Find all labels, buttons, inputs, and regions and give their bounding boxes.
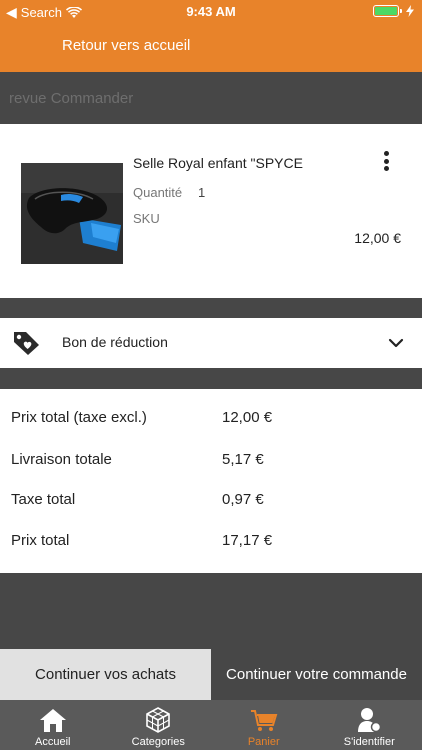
status-bar: ◀ Search 9:43 AM <box>0 0 422 24</box>
bicycle-saddle-photo <box>21 163 123 264</box>
tab-label: Accueil <box>35 736 71 748</box>
coupon-row[interactable]: Bon de réduction <box>0 318 422 368</box>
total-row: Taxe total 0,97 € <box>0 491 422 511</box>
coupon-label[interactable]: Bon de réduction <box>62 334 168 350</box>
tab-home[interactable]: Accueil <box>0 700 106 750</box>
total-label: Prix total (taxe excl.) <box>11 409 147 426</box>
back-to-home-link[interactable]: Retour vers accueil <box>62 37 190 54</box>
tab-sign-in[interactable]: S'identifier <box>317 700 422 750</box>
total-value: 0,97 € <box>222 491 264 508</box>
total-label: Prix total <box>11 532 70 549</box>
product-price: 12,00 € <box>354 230 401 246</box>
total-label: Livraison totale <box>11 451 112 468</box>
home-icon <box>39 709 66 732</box>
continue-shopping-button[interactable]: Continuer vos achats <box>0 649 211 700</box>
section-header: revue Commander <box>0 72 422 124</box>
total-value: 5,17 € <box>222 451 264 468</box>
total-row: Prix total (taxe excl.) 12,00 € <box>0 409 422 429</box>
tab-label: S'identifier <box>343 736 395 748</box>
tab-label: Panier <box>247 736 280 748</box>
tab-label: Categories <box>131 736 185 748</box>
cart-icon <box>250 710 278 731</box>
nav-bar: Retour vers accueil <box>0 24 422 72</box>
user-icon <box>358 708 382 733</box>
divider <box>0 368 422 389</box>
battery-icon <box>373 5 402 17</box>
tab-categories[interactable]: Categories <box>106 700 212 750</box>
divider <box>0 298 422 318</box>
product-image[interactable] <box>21 163 123 264</box>
total-row: Prix total 17,17 € <box>0 532 422 552</box>
quantity-label: Quantité <box>133 185 183 200</box>
sku-label: SKU <box>133 211 160 226</box>
section-title: revue Commander <box>9 90 134 107</box>
tab-cart[interactable]: Panier <box>211 700 317 750</box>
tab-bar: Accueil Categories Panier S'identifier <box>0 700 422 750</box>
cart-item: Selle Royal enfant "SPYCE Quantité 1 SKU… <box>0 124 422 298</box>
total-value: 12,00 € <box>222 409 273 426</box>
total-row: Livraison totale 5,17 € <box>0 451 422 471</box>
status-right <box>373 5 414 17</box>
continue-order-button[interactable]: Continuer votre commande <box>211 649 422 700</box>
more-vertical-icon[interactable] <box>378 150 394 172</box>
empty-area <box>0 573 422 649</box>
quantity-value: 1 <box>198 185 206 200</box>
status-time: 9:43 AM <box>186 4 236 19</box>
charging-icon <box>406 5 414 17</box>
total-label: Taxe total <box>11 491 76 508</box>
order-totals: Prix total (taxe excl.) 12,00 € Livraiso… <box>0 389 422 573</box>
total-value: 17,17 € <box>222 532 273 549</box>
price-tag-heart-icon <box>14 332 39 355</box>
cube-icon <box>146 707 171 733</box>
chevron-down-icon[interactable] <box>386 333 406 353</box>
product-name[interactable]: Selle Royal enfant "SPYCE <box>133 155 303 171</box>
